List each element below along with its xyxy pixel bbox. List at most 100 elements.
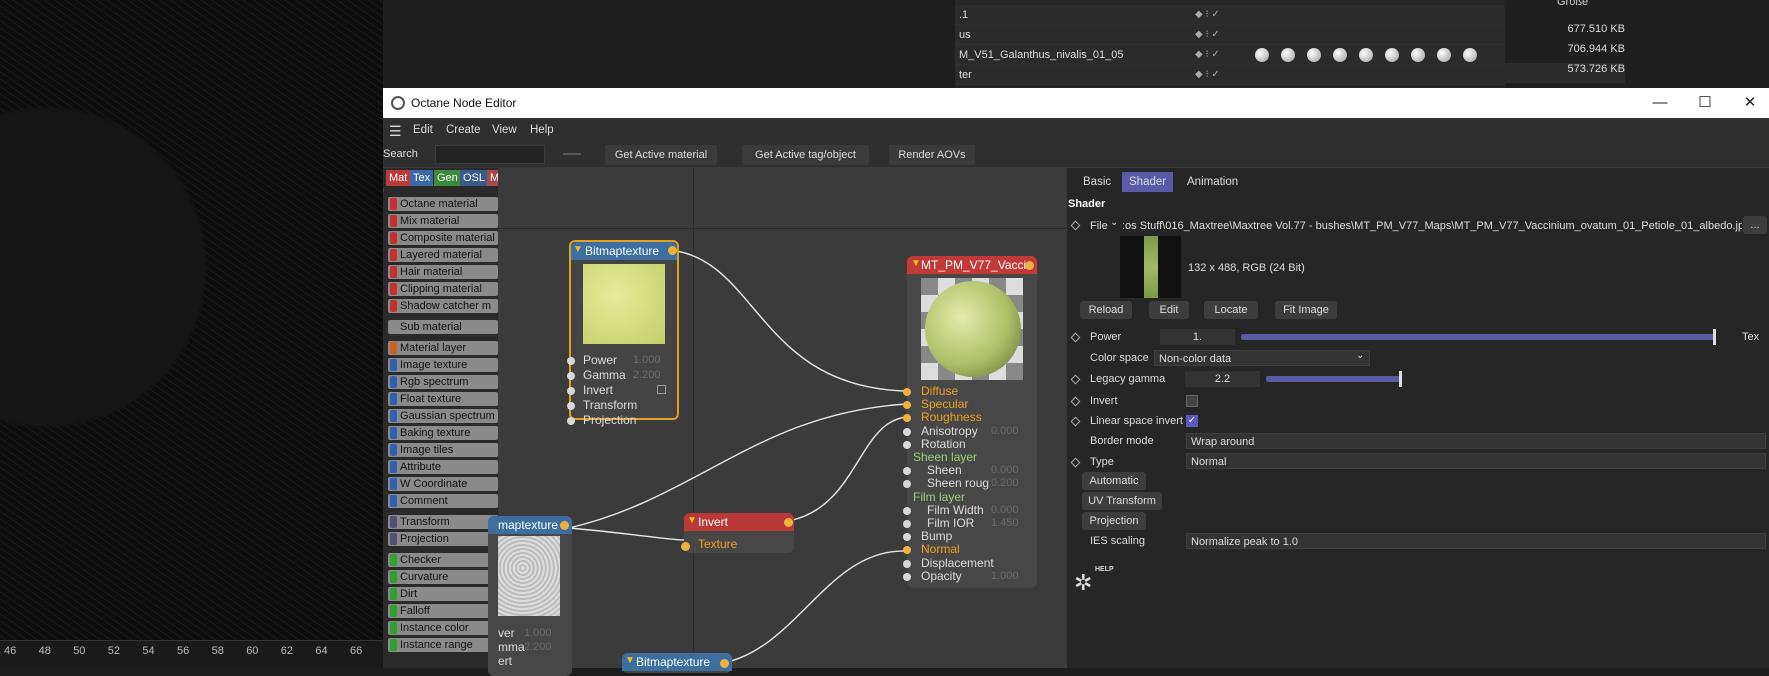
input-pin[interactable] — [567, 402, 575, 410]
node-list-item[interactable]: Image texture — [388, 358, 498, 372]
legacy-gamma-input[interactable]: 2.2 — [1185, 371, 1260, 387]
input-pin[interactable] — [903, 414, 911, 423]
output-pin[interactable] — [560, 521, 569, 530]
help-label[interactable]: HELP — [1095, 566, 1114, 573]
input-pin[interactable] — [567, 372, 575, 380]
visibility-icon[interactable]: ◆ ⁝ ✓ — [1195, 49, 1220, 60]
node-list-item[interactable]: Sub material — [388, 320, 498, 334]
input-pin[interactable] — [681, 542, 690, 551]
maximize-button[interactable]: ☐ — [1695, 93, 1715, 113]
invert-checkbox[interactable] — [1186, 395, 1198, 407]
render-aovs-button[interactable]: Render AOVs — [889, 145, 975, 165]
node-list-item[interactable]: Curvature — [388, 570, 498, 584]
node-list-item[interactable]: Dirt — [388, 587, 498, 601]
input-pin[interactable] — [567, 417, 575, 425]
legacy-gamma-slider-handle[interactable] — [1399, 371, 1402, 387]
node-list-item[interactable]: Hair material — [388, 265, 498, 279]
menu-edit[interactable]: Edit — [413, 124, 433, 136]
close-button[interactable]: ✕ — [1740, 93, 1760, 113]
node-list-item[interactable]: Octane material — [388, 197, 498, 211]
input-pin[interactable] — [903, 480, 911, 489]
visibility-icon[interactable]: ◆ ⁝ ✓ — [1195, 69, 1220, 80]
ies-scaling-select[interactable]: Normalize peak to 1.0 — [1186, 533, 1766, 549]
power-slider-handle[interactable] — [1713, 329, 1716, 345]
input-pin[interactable] — [903, 546, 911, 555]
automatic-button[interactable]: Automatic — [1082, 472, 1146, 490]
node-list-item[interactable]: Checker — [388, 553, 498, 567]
tab-animation[interactable]: Animation — [1180, 172, 1245, 192]
node-list-item[interactable]: Comment — [388, 494, 498, 508]
material-tag-icon[interactable] — [1411, 48, 1425, 62]
material-tag-icon[interactable] — [1359, 48, 1373, 62]
power-input[interactable]: 1. — [1160, 329, 1235, 345]
output-pin[interactable] — [1025, 261, 1034, 270]
collapse-icon[interactable]: ▼ — [573, 244, 583, 255]
tab-shader[interactable]: Shader — [1122, 172, 1174, 192]
edit-button[interactable]: Edit — [1149, 301, 1189, 319]
node-list-item[interactable]: Layered material — [388, 248, 498, 262]
input-pin[interactable] — [903, 559, 911, 568]
locate-button[interactable]: Locate — [1204, 301, 1258, 319]
menu-create[interactable]: Create — [446, 124, 481, 136]
file-browse-button[interactable]: ... — [1743, 216, 1767, 234]
input-pin[interactable] — [903, 533, 911, 542]
node-list-item[interactable]: Image tiles — [388, 443, 498, 457]
tex-link-button[interactable]: Tex — [1742, 331, 1759, 343]
material-tag-icon[interactable] — [1437, 48, 1451, 62]
node-list-item[interactable]: Float texture — [388, 392, 498, 406]
input-pin[interactable] — [903, 427, 911, 436]
node-list-item[interactable]: Clipping material — [388, 282, 498, 296]
object-row[interactable]: .1 ◆ ⁝ ✓ — [955, 5, 1505, 25]
material-tag-icon[interactable] — [1281, 48, 1295, 62]
node-bitmaptexture-3[interactable]: Bitmaptexture ▼ — [622, 653, 732, 673]
node-list-item[interactable]: Falloff — [388, 604, 498, 618]
node-graph[interactable]: Bitmaptexture ▼ Power 1.000 Gamma 2.200 Inve… — [488, 168, 1066, 676]
input-pin[interactable] — [903, 572, 911, 581]
uv-transform-button[interactable]: UV Transform — [1082, 492, 1162, 510]
input-pin[interactable] — [903, 520, 911, 528]
chevron-down-icon[interactable]: ⌄ — [1110, 217, 1118, 228]
node-list-item[interactable]: Projection — [388, 532, 498, 546]
node-list-item[interactable]: Gaussian spectrum — [388, 409, 498, 423]
get-active-material-button[interactable]: Get Active material — [605, 145, 717, 165]
legacy-gamma-slider[interactable] — [1266, 376, 1400, 382]
menu-help[interactable]: Help — [530, 124, 554, 136]
colorspace-select[interactable]: Non-color data — [1154, 350, 1370, 366]
object-row[interactable]: ter ◆ ⁝ ✓ — [955, 65, 1505, 85]
timeline-ruler[interactable]: 46 48 50 52 54 56 58 60 62 64 66 — [0, 640, 383, 668]
file-path-field[interactable]: :os Stuff\016_Maxtree\Maxtree Vol.77 - b… — [1122, 220, 1742, 232]
linear-space-invert-checkbox[interactable]: ✓ — [1186, 415, 1198, 427]
minimize-button[interactable]: — — [1650, 93, 1670, 113]
output-pin[interactable] — [784, 518, 793, 527]
collapse-icon[interactable]: ▼ — [625, 655, 635, 666]
node-list-item[interactable]: W Coordinate — [388, 477, 498, 491]
input-pin[interactable] — [903, 401, 911, 410]
node-list-item[interactable]: Shadow catcher m — [388, 299, 498, 313]
node-list-item[interactable]: Rgb spectrum — [388, 375, 498, 389]
node-bitmaptexture-1[interactable]: Bitmaptexture ▼ Power 1.000 Gamma 2.200 Inve… — [567, 240, 679, 427]
object-row[interactable]: M_V51_Galanthus_nivalis_01_05 ◆ ⁝ ✓ — [955, 45, 1505, 65]
menu-view[interactable]: View — [492, 124, 517, 136]
node-bitmaptexture-2[interactable]: maptexture ver 1.000 mma 2.200 ert — [488, 516, 572, 676]
node-list-item[interactable]: Mix material — [388, 214, 498, 228]
object-row[interactable]: us ◆ ⁝ ✓ — [955, 25, 1505, 45]
border-mode-select[interactable]: Wrap around — [1186, 433, 1766, 449]
tab-basic[interactable]: Basic — [1076, 172, 1118, 192]
input-pin[interactable] — [903, 388, 911, 396]
node-material[interactable]: MT_PM_V77_Vacci ▼ Diffuse Specular Roughne… — [903, 256, 1037, 588]
node-list-item[interactable]: Material layer — [388, 341, 498, 355]
type-select[interactable]: Normal — [1186, 453, 1766, 469]
fit-image-button[interactable]: Fit Image — [1275, 301, 1337, 319]
help-octane-icon[interactable]: ✲ — [1074, 570, 1092, 596]
input-pin[interactable] — [567, 387, 575, 395]
power-slider[interactable] — [1241, 334, 1715, 340]
input-pin[interactable] — [903, 467, 911, 476]
tab-category-osl[interactable]: OSL — [460, 170, 489, 186]
reload-button[interactable]: Reload — [1080, 301, 1132, 319]
material-tag-icon[interactable] — [1307, 48, 1321, 62]
node-list-item[interactable]: Baking texture — [388, 426, 498, 440]
node-list-item[interactable]: Composite material — [388, 231, 498, 245]
tab-category-tex[interactable]: Tex — [410, 170, 434, 186]
material-tag-icon[interactable] — [1463, 48, 1477, 62]
hamburger-menu-icon[interactable]: ☰ — [389, 123, 402, 140]
